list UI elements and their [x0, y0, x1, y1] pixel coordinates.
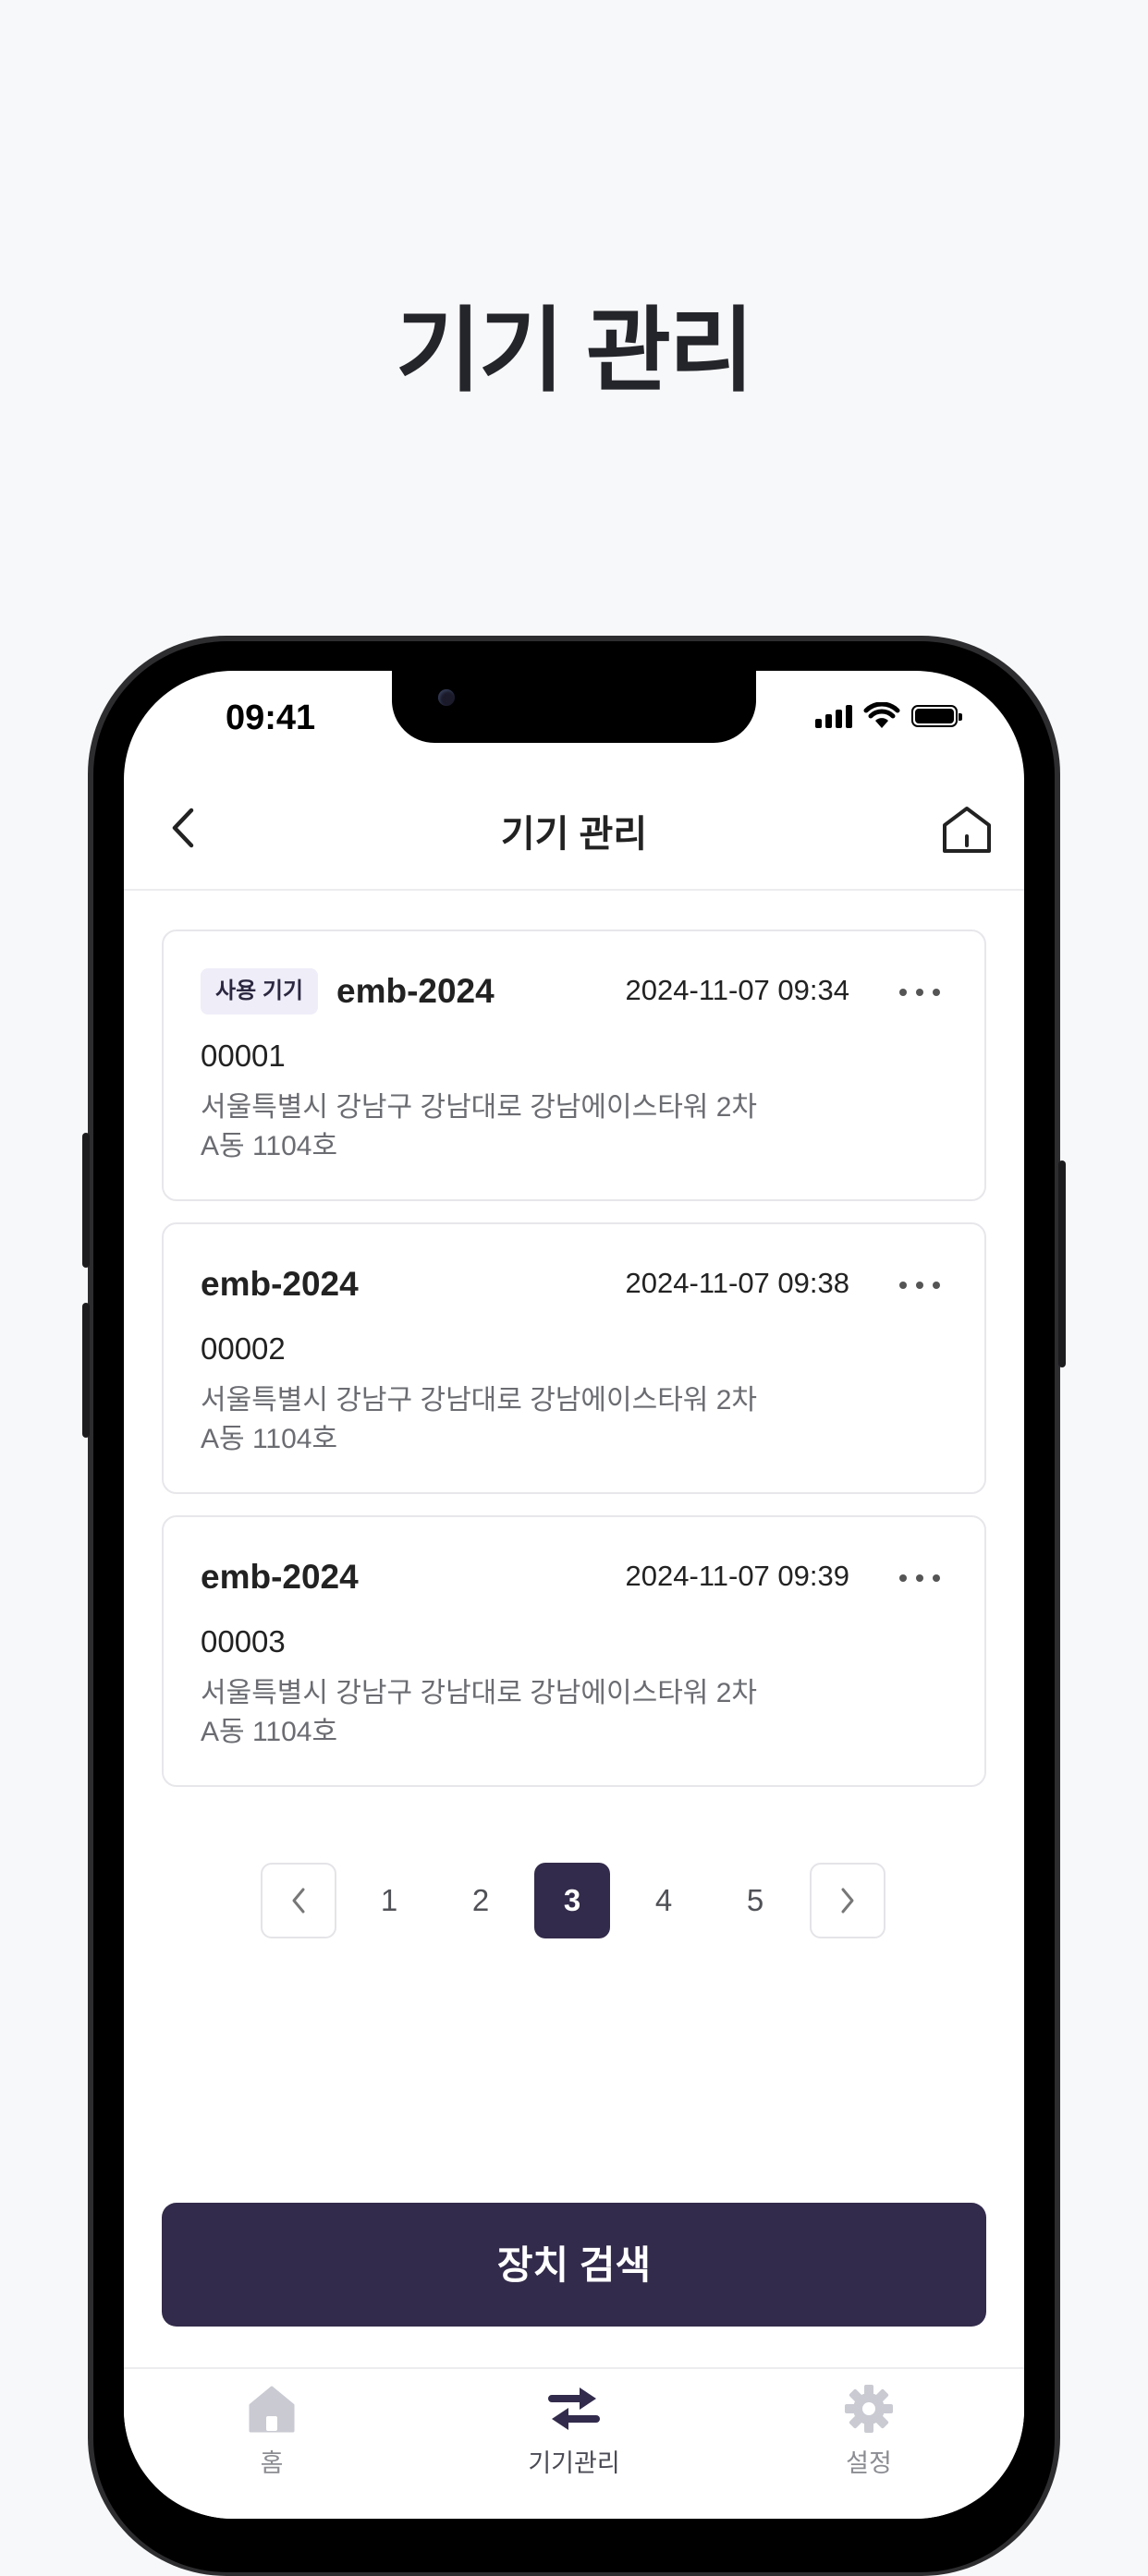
- header-title: 기기 관리: [500, 814, 648, 855]
- in-use-badge: 사용 기기: [201, 968, 318, 1015]
- address-line: 서울특별시 강남구 강남대로 강남에이스타워 2차: [201, 1385, 758, 1416]
- camera: [438, 689, 455, 706]
- swap-arrows-icon: [548, 2388, 600, 2430]
- phone-side-button: [82, 1303, 90, 1438]
- pagination: 1 2 3 4 5: [124, 1863, 1024, 1940]
- device-serial: 00002: [201, 1331, 286, 1366]
- phone-side-button: [82, 1133, 90, 1268]
- device-name: emb-2024: [201, 1558, 359, 1596]
- phone-power-button: [1058, 1160, 1066, 1367]
- chevron-left-icon: [292, 1888, 305, 1914]
- device-address: 서울특별시 강남구 강남대로 강남에이스타워 2차 A동 1104호: [201, 1674, 757, 1752]
- address-line: A동 1104호: [201, 1717, 338, 1747]
- wifi-icon: [863, 702, 900, 728]
- device-timestamp: 2024-11-07 09:39: [625, 1560, 849, 1592]
- page-title: 기기 관리: [396, 299, 754, 403]
- device-card[interactable]: emb-2024 2024-11-07 09:38 00002 서울특별시 강남…: [162, 1222, 986, 1494]
- status-time: 09:41: [226, 699, 316, 737]
- device-name: emb-2024: [201, 1265, 359, 1303]
- more-options-button[interactable]: [899, 1280, 940, 1291]
- home-icon: [249, 2386, 295, 2433]
- device-timestamp: 2024-11-07 09:38: [625, 1267, 849, 1299]
- page-number[interactable]: 2: [443, 1863, 519, 1938]
- device-serial: 00001: [201, 1039, 286, 1073]
- device-card[interactable]: emb-2024 2024-11-07 09:39 00003 서울특별시 강남…: [162, 1515, 986, 1787]
- address-line: 서울특별시 강남구 강남대로 강남에이스타워 2차: [201, 1092, 758, 1123]
- more-options-button[interactable]: [899, 1573, 940, 1584]
- device-timestamp: 2024-11-07 09:34: [625, 974, 849, 1006]
- home-button[interactable]: [937, 800, 996, 859]
- page-number-current[interactable]: 3: [534, 1863, 610, 1938]
- device-search-button[interactable]: 장치 검색: [162, 2203, 986, 2327]
- notch: [392, 671, 756, 743]
- status-icons: [815, 702, 962, 730]
- device-serial: 00003: [201, 1624, 286, 1659]
- next-page-button[interactable]: [810, 1863, 885, 1938]
- page-number[interactable]: 5: [717, 1863, 793, 1938]
- cellular-signal-icon: [815, 704, 852, 728]
- tab-label: 기기관리: [528, 2449, 620, 2477]
- more-options-button[interactable]: [899, 987, 940, 998]
- home-icon: [943, 807, 991, 853]
- address-line: A동 1104호: [201, 1424, 338, 1454]
- tab-home[interactable]: 홈: [179, 2380, 364, 2479]
- page-number[interactable]: 1: [351, 1863, 427, 1938]
- tab-label: 설정: [846, 2449, 892, 2477]
- tab-settings[interactable]: 설정: [776, 2380, 961, 2479]
- page-number[interactable]: 4: [626, 1863, 702, 1938]
- address-line: A동 1104호: [201, 1131, 338, 1161]
- gear-icon: [845, 2385, 893, 2433]
- battery-icon: [911, 705, 962, 727]
- phone-screen: 09:41 기기 관리 사용 기기 emb-2024 2024-11-07 09…: [124, 671, 1024, 2519]
- device-name: emb-2024: [336, 972, 495, 1010]
- bottom-tab-bar: 홈 기기관리 설정: [124, 2367, 1024, 2519]
- device-address: 서울특별시 강남구 강남대로 강남에이스타워 2차 A동 1104호: [201, 1088, 757, 1166]
- device-card[interactable]: 사용 기기 emb-2024 2024-11-07 09:34 00001 서울…: [162, 930, 986, 1201]
- chevron-right-icon: [841, 1888, 854, 1914]
- tab-label: 홈: [260, 2449, 284, 2477]
- tab-device-management[interactable]: 기기관리: [482, 2380, 666, 2479]
- prev-page-button[interactable]: [261, 1863, 336, 1938]
- device-address: 서울특별시 강남구 강남대로 강남에이스타워 2차 A동 1104호: [201, 1381, 757, 1459]
- app-header: 기기 관리: [124, 765, 1024, 891]
- address-line: 서울특별시 강남구 강남대로 강남에이스타워 2차: [201, 1678, 758, 1708]
